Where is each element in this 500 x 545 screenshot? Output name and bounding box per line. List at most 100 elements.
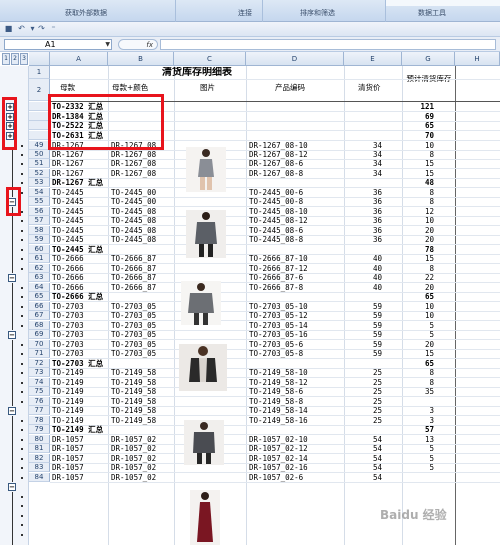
cell-clearance-price[interactable]: 59 [346, 321, 382, 330]
redo-icon[interactable]: ↷ [36, 24, 47, 34]
cell-parent-style[interactable]: TO-2666 [52, 264, 108, 273]
row-header[interactable]: 79 [29, 425, 50, 434]
cell-product-code[interactable]: TO-2703_05-10 [249, 302, 343, 311]
cell-expected-stock[interactable]: 5 [404, 463, 434, 472]
cell-parent-color[interactable]: TO-2703_05 [111, 349, 173, 358]
cell-parent-style[interactable]: TO-2445 [52, 207, 108, 216]
cell-expected-stock[interactable]: 13 [404, 435, 434, 444]
cell-clearance-price[interactable]: 59 [346, 340, 382, 349]
cell-clearance-price[interactable]: 36 [346, 207, 382, 216]
cell-parent-style[interactable]: TO-2703 [52, 340, 108, 349]
cell-parent-style[interactable]: TO-2149 [52, 378, 108, 387]
cell-product-code[interactable] [249, 359, 343, 368]
cell-parent-style[interactable]: TO-2149 [52, 406, 108, 415]
cell-parent-color[interactable]: TO-2703_05 [111, 321, 173, 330]
cell-clearance-price[interactable]: 59 [346, 349, 382, 358]
column-header-d[interactable]: D [246, 52, 344, 66]
cell-product-code[interactable]: DR-1057_02-14 [249, 454, 343, 463]
cell-parent-style[interactable]: TO-2703 [52, 330, 108, 339]
cell-product-code[interactable] [249, 425, 343, 434]
cell-clearance-price[interactable]: 54 [346, 435, 382, 444]
cell-parent-color[interactable]: TO-2703_05 [111, 302, 173, 311]
column-header-h[interactable]: H [455, 52, 500, 66]
collapse-group-icon[interactable]: − [8, 483, 16, 491]
cell-product-code[interactable]: DR-1267_08-10 [249, 141, 343, 150]
chevron-down-icon[interactable]: ▼ [105, 40, 110, 50]
row-header[interactable]: 58 [29, 226, 50, 235]
cell-parent-color[interactable]: DR-1057_02 [111, 473, 173, 482]
cell-clearance-price[interactable]: 25 [346, 397, 382, 406]
cell-product-code[interactable]: DR-1267_08-8 [249, 169, 343, 178]
row-header[interactable]: 2 [29, 79, 50, 101]
cell-product-code[interactable]: TO-2703_05-8 [249, 349, 343, 358]
cell-expected-stock[interactable]: 35 [404, 387, 434, 396]
cell-parent-style[interactable]: TO-2445 [52, 216, 108, 225]
cell-expected-stock[interactable]: 65 [404, 359, 434, 368]
cell-product-code[interactable]: TO-2149_58-12 [249, 378, 343, 387]
cell-parent-style[interactable]: TO-2703 [52, 349, 108, 358]
cell-parent-color[interactable]: DR-1267_08 [111, 169, 173, 178]
column-header-a[interactable]: A [50, 52, 108, 66]
column-header-g[interactable]: G [402, 52, 455, 66]
cell-product-code[interactable]: TO-2149_58-6 [249, 387, 343, 396]
cell-clearance-price[interactable] [346, 425, 382, 434]
cell-clearance-price[interactable] [346, 102, 382, 111]
cell-clearance-price[interactable]: 40 [346, 254, 382, 263]
cell-expected-stock[interactable]: 65 [404, 292, 434, 301]
cell-parent-color[interactable]: TO-2445_08 [111, 235, 173, 244]
cell-parent-style[interactable]: DR-1267 [52, 150, 108, 159]
cell-parent-style[interactable]: TO-2666 [52, 283, 108, 292]
cell-parent-style[interactable]: DR-1057 [52, 454, 108, 463]
cell-clearance-price[interactable]: 36 [346, 197, 382, 206]
cell-expected-stock[interactable]: 20 [404, 283, 434, 292]
cell-clearance-price[interactable]: 36 [346, 235, 382, 244]
cell-parent-style[interactable]: TO-2703 [52, 321, 108, 330]
cell-clearance-price[interactable]: 40 [346, 264, 382, 273]
cell-expected-stock[interactable]: 15 [404, 349, 434, 358]
cell-clearance-price[interactable] [346, 178, 382, 187]
cell-parent-color[interactable]: TO-2703_05 [111, 340, 173, 349]
cell-product-code[interactable]: DR-1057_02-16 [249, 463, 343, 472]
cell-parent-style[interactable]: DR-1057 [52, 444, 108, 453]
ribbon-group-connections[interactable]: 连接 [238, 8, 252, 18]
cell-clearance-price[interactable] [346, 359, 382, 368]
row-header[interactable]: 1 [29, 66, 50, 79]
row-header[interactable]: 74 [29, 378, 50, 387]
row-header[interactable]: 69 [29, 330, 50, 339]
row-header[interactable]: 83 [29, 463, 50, 472]
cell-expected-stock[interactable]: 5 [404, 444, 434, 453]
cell-product-code[interactable]: TO-2703_05-6 [249, 340, 343, 349]
cell-parent-color[interactable] [111, 292, 173, 301]
cell-parent-color[interactable]: TO-2666_87 [111, 264, 173, 273]
cell-product-code[interactable]: DR-1057_02-6 [249, 473, 343, 482]
cell-parent-style[interactable]: TO-2149 [52, 387, 108, 396]
cell-parent-color[interactable]: TO-2666_87 [111, 273, 173, 282]
outline-level-1-button[interactable]: 1 [2, 53, 10, 65]
cell-clearance-price[interactable]: 36 [346, 216, 382, 225]
cell-product-code[interactable]: DR-1267_08-6 [249, 159, 343, 168]
save-icon[interactable]: ■ [3, 24, 14, 34]
cell-expected-stock[interactable]: 8 [404, 150, 434, 159]
row-header[interactable]: 56 [29, 207, 50, 216]
row-header[interactable]: 59 [29, 235, 50, 244]
row-header[interactable]: 53 [29, 178, 50, 187]
cell-clearance-price[interactable]: 34 [346, 141, 382, 150]
row-header[interactable]: 57 [29, 216, 50, 225]
cell-product-code[interactable]: TO-2445_08-6 [249, 226, 343, 235]
cell-clearance-price[interactable]: 34 [346, 159, 382, 168]
cell-expected-stock[interactable]: 15 [404, 159, 434, 168]
cell-expected-stock[interactable]: 69 [404, 112, 434, 121]
cell-parent-color[interactable]: DR-1267_08 [111, 159, 173, 168]
cell-product-code[interactable]: TO-2149_58-10 [249, 368, 343, 377]
cell-parent-style[interactable]: DR-1267 [52, 159, 108, 168]
cell-product-code[interactable] [249, 131, 343, 140]
cell-expected-stock[interactable]: 10 [404, 311, 434, 320]
cell-expected-stock[interactable] [404, 473, 434, 482]
select-all-corner[interactable] [29, 52, 50, 66]
cell-product-code[interactable] [249, 292, 343, 301]
cell-parent-color[interactable]: DR-1267_08 [111, 150, 173, 159]
cell-clearance-price[interactable] [346, 131, 382, 140]
cell-clearance-price[interactable] [346, 112, 382, 121]
cell-expected-stock[interactable]: 78 [404, 245, 434, 254]
cell-expected-stock[interactable]: 20 [404, 235, 434, 244]
